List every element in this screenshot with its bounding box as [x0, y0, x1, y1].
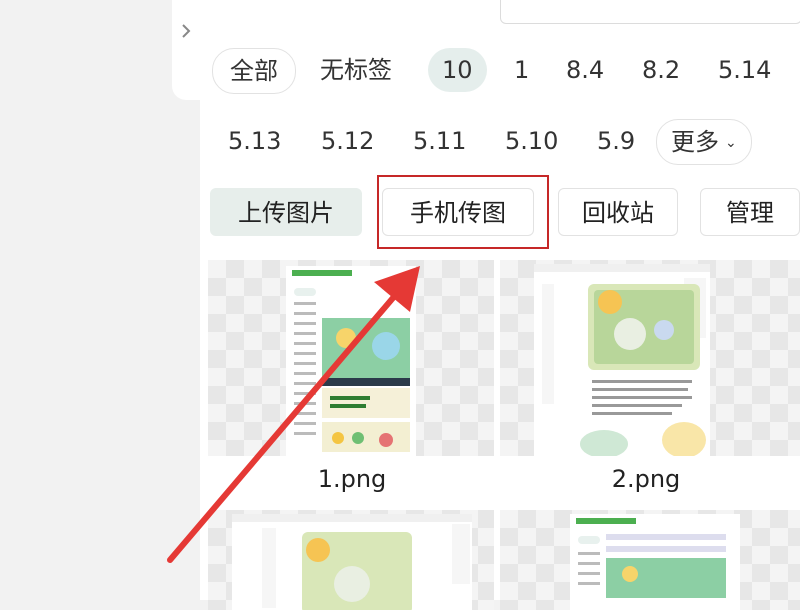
annotation-arrow — [167, 266, 420, 563]
